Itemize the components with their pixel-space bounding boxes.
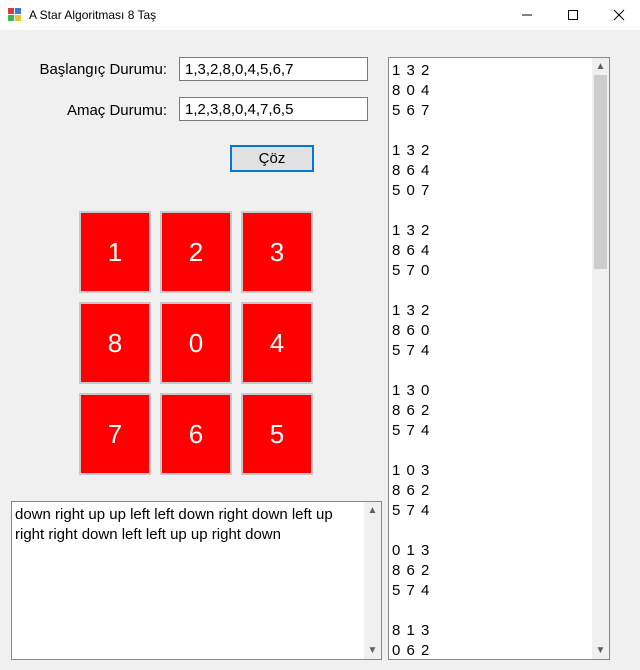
goal-state-input[interactable] (179, 97, 368, 121)
scroll-up-icon[interactable]: ▲ (364, 502, 381, 519)
list-item: 0 1 3 8 6 2 5 7 4 (392, 541, 430, 601)
state-row: 5 6 7 (392, 102, 431, 119)
tile: 2 (160, 211, 232, 293)
moves-scrollbar[interactable]: ▲ ▼ (364, 502, 381, 659)
list-item: 1 3 2 8 0 4 5 6 7 (392, 61, 430, 121)
list-item: 1 3 2 8 6 4 5 0 7 (392, 141, 430, 201)
states-scrollbar[interactable]: ▲ ▼ (592, 58, 609, 659)
list-item: 1 3 2 8 6 4 5 7 0 (392, 221, 430, 281)
state-row: 5 7 4 (392, 582, 431, 599)
maximize-button[interactable] (550, 0, 596, 30)
start-state-label: Başlangıç Durumu: (39, 61, 167, 78)
state-row: 8 0 4 (392, 82, 431, 99)
tile: 4 (241, 302, 313, 384)
states-listbox[interactable]: 1 3 2 8 0 4 5 6 7 1 3 2 8 6 4 5 0 7 1 3 2 8 6… (388, 57, 610, 660)
scroll-down-icon[interactable]: ▼ (592, 642, 609, 659)
tile: 7 (79, 393, 151, 475)
state-row: 8 6 2 (392, 562, 431, 579)
state-row: 5 7 4 (392, 502, 431, 519)
state-row: 8 6 0 (392, 322, 431, 339)
scroll-up-icon[interactable]: ▲ (592, 58, 609, 75)
close-button[interactable] (596, 0, 640, 30)
maximize-icon (568, 10, 578, 20)
state-row: 8 6 2 (392, 482, 431, 499)
state-row: 1 0 3 (392, 462, 431, 479)
list-item: 1 0 3 8 6 2 5 7 4 (392, 461, 430, 521)
app-icon (8, 8, 21, 21)
state-row: 1 3 2 (392, 142, 431, 159)
state-row: 1 3 2 (392, 62, 431, 79)
scroll-thumb[interactable] (594, 75, 607, 269)
state-row: 0 6 2 (392, 642, 431, 659)
minimize-icon (522, 14, 532, 16)
state-row: 5 7 4 (392, 342, 431, 359)
list-item: 1 3 0 8 6 2 5 7 4 (392, 381, 430, 441)
tile: 8 (79, 302, 151, 384)
list-item: 8 1 3 0 6 2 (392, 621, 431, 659)
state-row: 1 3 2 (392, 222, 431, 239)
solve-button[interactable]: Çöz (230, 145, 314, 172)
state-row: 1 3 2 (392, 302, 431, 319)
moves-textbox[interactable]: down right up up left left down right do… (11, 501, 382, 660)
goal-state-label: Amaç Durumu: (66, 102, 167, 119)
title-bar[interactable]: A Star Algoritması 8 Taş (0, 0, 640, 30)
tile: 1 (79, 211, 151, 293)
state-row: 5 7 0 (392, 262, 431, 279)
start-state-input[interactable] (179, 57, 368, 81)
state-row: 8 1 3 (392, 622, 431, 639)
state-row: 8 6 4 (392, 242, 431, 259)
state-row: 8 6 4 (392, 162, 431, 179)
tile: 0 (160, 302, 232, 384)
state-row: 1 3 0 (392, 382, 431, 399)
state-row: 8 6 2 (392, 402, 431, 419)
close-icon (613, 9, 625, 21)
moves-text: down right up up left left down right do… (15, 506, 333, 543)
list-item: 1 3 2 8 6 0 5 7 4 (392, 301, 430, 361)
window-title: A Star Algoritması 8 Taş (29, 8, 157, 22)
state-row: 0 1 3 (392, 542, 431, 559)
minimize-button[interactable] (504, 0, 550, 30)
state-row: 5 0 7 (392, 182, 431, 199)
state-row: 5 7 4 (392, 422, 431, 439)
states-list: 1 3 2 8 0 4 5 6 7 1 3 2 8 6 4 5 0 7 1 3 2 8 6… (392, 61, 431, 659)
tile: 6 (160, 393, 232, 475)
tile: 3 (241, 211, 313, 293)
tile: 5 (241, 393, 313, 475)
scroll-down-icon[interactable]: ▼ (364, 642, 381, 659)
